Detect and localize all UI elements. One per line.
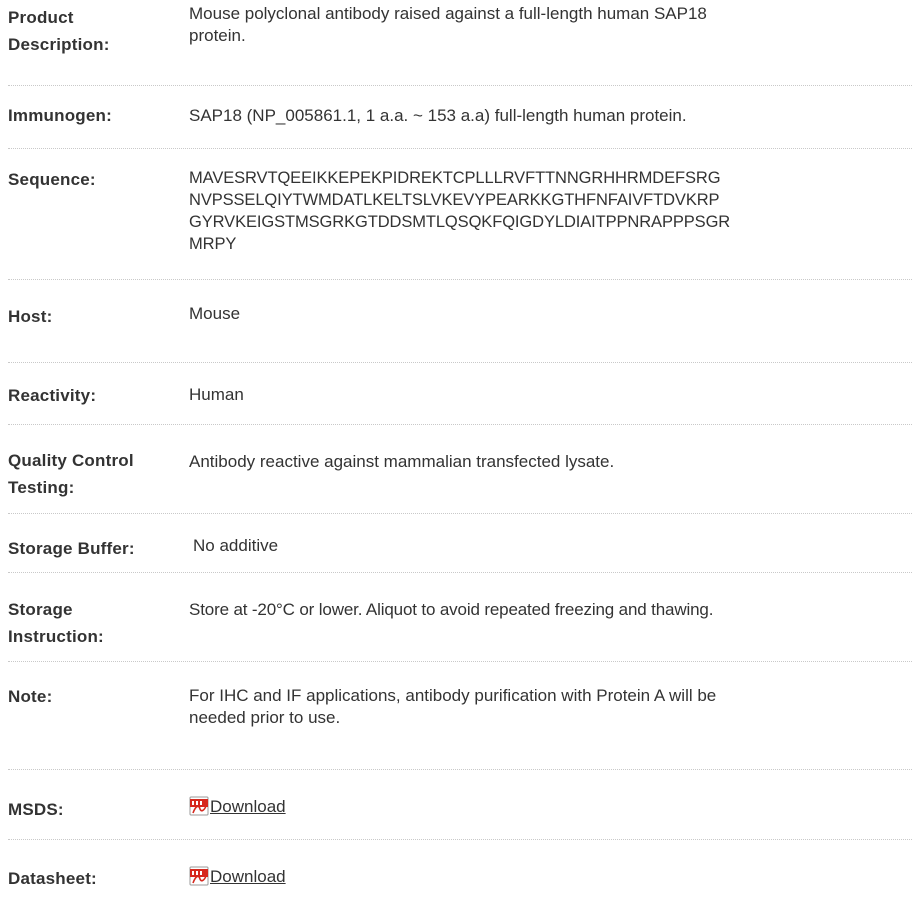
spec-label-immunogen: Immunogen: — [8, 106, 112, 125]
pdf-file-icon[interactable] — [189, 796, 209, 816]
spec-row-storage-instruction: Storage Instruction: Store at -20°C or l… — [0, 572, 918, 661]
spec-label-reactivity: Reactivity: — [8, 386, 97, 405]
row-separator — [8, 424, 912, 425]
spec-label-host: Host: — [8, 307, 53, 326]
spec-value-sequence: MAVESRVTQEEIKKEPEKPIDREKTCPLLLRVFTTNNGRH… — [189, 169, 731, 253]
spec-label-product-description: Product Description: — [8, 8, 110, 54]
spec-row-immunogen: Immunogen: SAP18 (NP_005861.1, 1 a.a. ~ … — [0, 85, 918, 148]
msds-download-wrap: Download — [189, 796, 286, 818]
row-separator — [8, 279, 912, 280]
spec-row-sequence: Sequence: MAVESRVTQEEIKKEPEKPIDREKTCPLLL… — [0, 148, 918, 279]
spec-row-msds: MSDS: Download — [0, 769, 918, 839]
spec-row-note: Note: For IHC and IF applications, antib… — [0, 661, 918, 769]
spec-row-product-description: Product Description: Mouse polyclonal an… — [0, 0, 918, 85]
spec-value-storage-buffer: No additive — [193, 536, 279, 555]
pdf-file-icon[interactable] — [189, 866, 209, 886]
spec-label-msds: MSDS: — [8, 800, 64, 819]
spec-value-host: Mouse — [189, 304, 241, 323]
row-separator — [8, 513, 912, 514]
row-separator — [8, 661, 912, 662]
spec-value-note: For IHC and IF applications, antibody pu… — [189, 686, 717, 727]
datasheet-download-wrap: Download — [189, 866, 286, 888]
spec-row-quality-control-testing: Quality Control Testing: Antibody reacti… — [0, 424, 918, 513]
spec-value-storage-instruction: Store at -20°C or lower. Aliquot to avoi… — [189, 600, 714, 619]
spec-row-host: Host: Mouse — [0, 279, 918, 362]
row-separator — [8, 572, 912, 573]
spec-value-reactivity: Human — [189, 385, 244, 404]
row-separator — [8, 839, 912, 840]
row-separator — [8, 148, 912, 149]
spec-label-datasheet: Datasheet: — [8, 869, 97, 888]
row-separator — [8, 769, 912, 770]
spec-label-sequence: Sequence: — [8, 170, 96, 189]
row-separator — [8, 362, 912, 363]
spec-row-storage-buffer: Storage Buffer: No additive — [0, 513, 918, 572]
datasheet-download-link[interactable]: Download — [210, 867, 286, 886]
spec-label-quality-control-testing: Quality Control Testing: — [8, 451, 134, 497]
spec-label-note: Note: — [8, 687, 53, 706]
spec-label-storage-buffer: Storage Buffer: — [8, 539, 135, 558]
spec-row-datasheet: Datasheet: Download — [0, 839, 918, 897]
spec-value-quality-control-testing: Antibody reactive against mammalian tran… — [189, 452, 615, 471]
row-separator — [8, 85, 912, 86]
spec-value-product-description: Mouse polyclonal antibody raised against… — [189, 4, 707, 45]
spec-label-storage-instruction: Storage Instruction: — [8, 600, 104, 646]
spec-value-immunogen: SAP18 (NP_005861.1, 1 a.a. ~ 153 a.a) fu… — [189, 106, 687, 125]
msds-download-link[interactable]: Download — [210, 797, 286, 816]
spec-row-reactivity: Reactivity: Human — [0, 362, 918, 424]
